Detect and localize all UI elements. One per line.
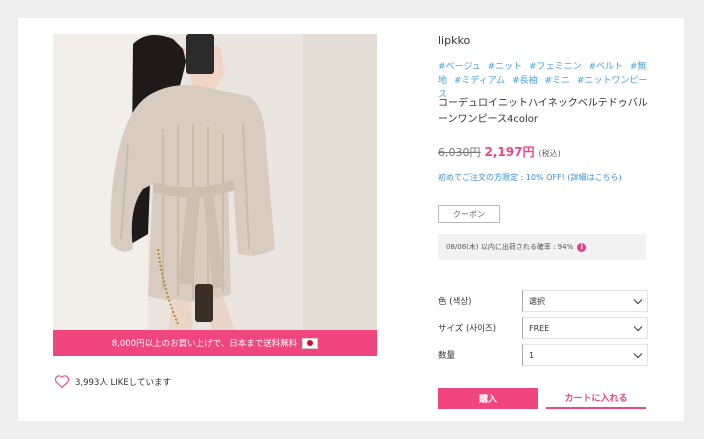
chevron-down-icon bbox=[633, 349, 643, 358]
add-to-cart-button[interactable]: カートに入れる bbox=[546, 388, 646, 409]
option-row-color: 色 (색상) 選択 bbox=[438, 290, 648, 312]
free-shipping-banner: 8,000円以上のお買い上げで、日本まで送料無料 bbox=[53, 330, 377, 356]
product-photo-illustration bbox=[53, 34, 377, 330]
shipping-estimate-text: 08/06(木) 以内に出荷される確率 : 94% bbox=[446, 243, 574, 251]
tax-note: (税込) bbox=[538, 149, 561, 158]
quantity-select[interactable]: 1 bbox=[522, 344, 648, 366]
sale-price: 2,197円 bbox=[484, 145, 535, 159]
quantity-select-value: 1 bbox=[529, 350, 535, 360]
tag-link[interactable]: #ベージュ bbox=[438, 62, 481, 72]
color-select-value: 選択 bbox=[529, 296, 545, 306]
free-shipping-text: 8,000円以上のお買い上げで、日本まで送料無料 bbox=[111, 339, 298, 349]
brand-name[interactable]: lipkko bbox=[438, 34, 470, 47]
tag-link[interactable]: #長袖 bbox=[512, 76, 538, 86]
product-photo[interactable] bbox=[53, 34, 377, 330]
chevron-down-icon bbox=[633, 295, 643, 304]
product-card: 8,000円以上のお買い上げで、日本まで送料無料 3,993人 LIKEしていま… bbox=[18, 18, 684, 421]
tag-link[interactable]: #ミニ bbox=[544, 76, 570, 86]
buy-button[interactable]: 購入 bbox=[438, 388, 538, 409]
coupon-button[interactable]: クーポン bbox=[438, 205, 500, 223]
price-row: 6,030円 2,197円 (税込) bbox=[438, 143, 561, 160]
color-select[interactable]: 選択 bbox=[522, 290, 648, 312]
product-title: コーデュロイニットハイネックベルテドゥバルーンワンピース4color bbox=[438, 98, 648, 125]
quantity-label: 数量 bbox=[438, 351, 456, 361]
tag-link[interactable]: #ミディアム bbox=[454, 76, 505, 86]
tag-link[interactable]: #ベルト bbox=[588, 62, 623, 72]
size-label: サイズ (사이즈) bbox=[438, 324, 497, 334]
size-select-value: FREE bbox=[529, 323, 550, 333]
size-select[interactable]: FREE bbox=[522, 317, 648, 339]
tag-link[interactable]: #フェミニン bbox=[529, 62, 582, 72]
original-price: 6,030円 bbox=[438, 146, 481, 159]
likes-count: 3,993人 LIKEしています bbox=[75, 377, 171, 388]
info-icon[interactable]: i bbox=[577, 242, 587, 252]
option-row-size: サイズ (사이즈) FREE bbox=[438, 317, 648, 339]
tag-link[interactable]: #ニット bbox=[488, 62, 523, 72]
likes-row: 3,993人 LIKEしています bbox=[54, 374, 171, 389]
first-order-discount-link[interactable]: 初めてご注文の方限定 : 10% OFF! (詳細はこちら) bbox=[438, 172, 622, 183]
shipping-estimate-box: 08/06(木) 以内に出荷される確率 : 94% i bbox=[438, 234, 646, 260]
color-label: 色 (색상) bbox=[438, 297, 472, 307]
japan-flag-icon bbox=[302, 337, 319, 349]
option-row-quantity: 数量 1 bbox=[438, 344, 648, 366]
heart-outline-icon[interactable] bbox=[54, 374, 70, 389]
chevron-down-icon bbox=[633, 322, 643, 331]
